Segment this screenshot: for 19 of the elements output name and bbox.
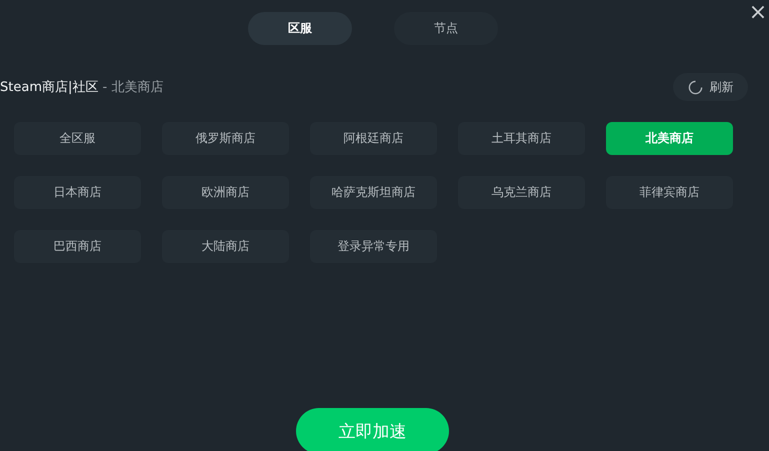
region-button[interactable]: 大陆商店 bbox=[162, 230, 289, 263]
loading-icon bbox=[688, 80, 702, 94]
refresh-button[interactable]: 刷新 bbox=[673, 73, 748, 101]
tab[interactable]: 区服 bbox=[248, 12, 352, 45]
region-button[interactable]: 俄罗斯商店 bbox=[162, 122, 289, 155]
region-button[interactable]: 土耳其商店 bbox=[458, 122, 585, 155]
region-button[interactable]: 欧洲商店 bbox=[162, 176, 289, 209]
region-button[interactable]: 全区服 bbox=[14, 122, 141, 155]
tab[interactable]: 节点 bbox=[394, 12, 498, 45]
close-button[interactable]: × bbox=[747, 0, 769, 26]
store-title: Steam商店|社区 bbox=[0, 80, 98, 95]
region-button[interactable]: 菲律宾商店 bbox=[606, 176, 733, 209]
region-button[interactable]: 日本商店 bbox=[14, 176, 141, 209]
region-button[interactable]: 登录异常专用 bbox=[310, 230, 437, 263]
region-button[interactable]: 哈萨克斯坦商店 bbox=[310, 176, 437, 209]
region-button[interactable]: 乌克兰商店 bbox=[458, 176, 585, 209]
region-button[interactable]: 巴西商店 bbox=[14, 230, 141, 263]
region-subtitle: - 北美商店 bbox=[101, 80, 164, 95]
region-button[interactable]: 阿根廷商店 bbox=[310, 122, 437, 155]
